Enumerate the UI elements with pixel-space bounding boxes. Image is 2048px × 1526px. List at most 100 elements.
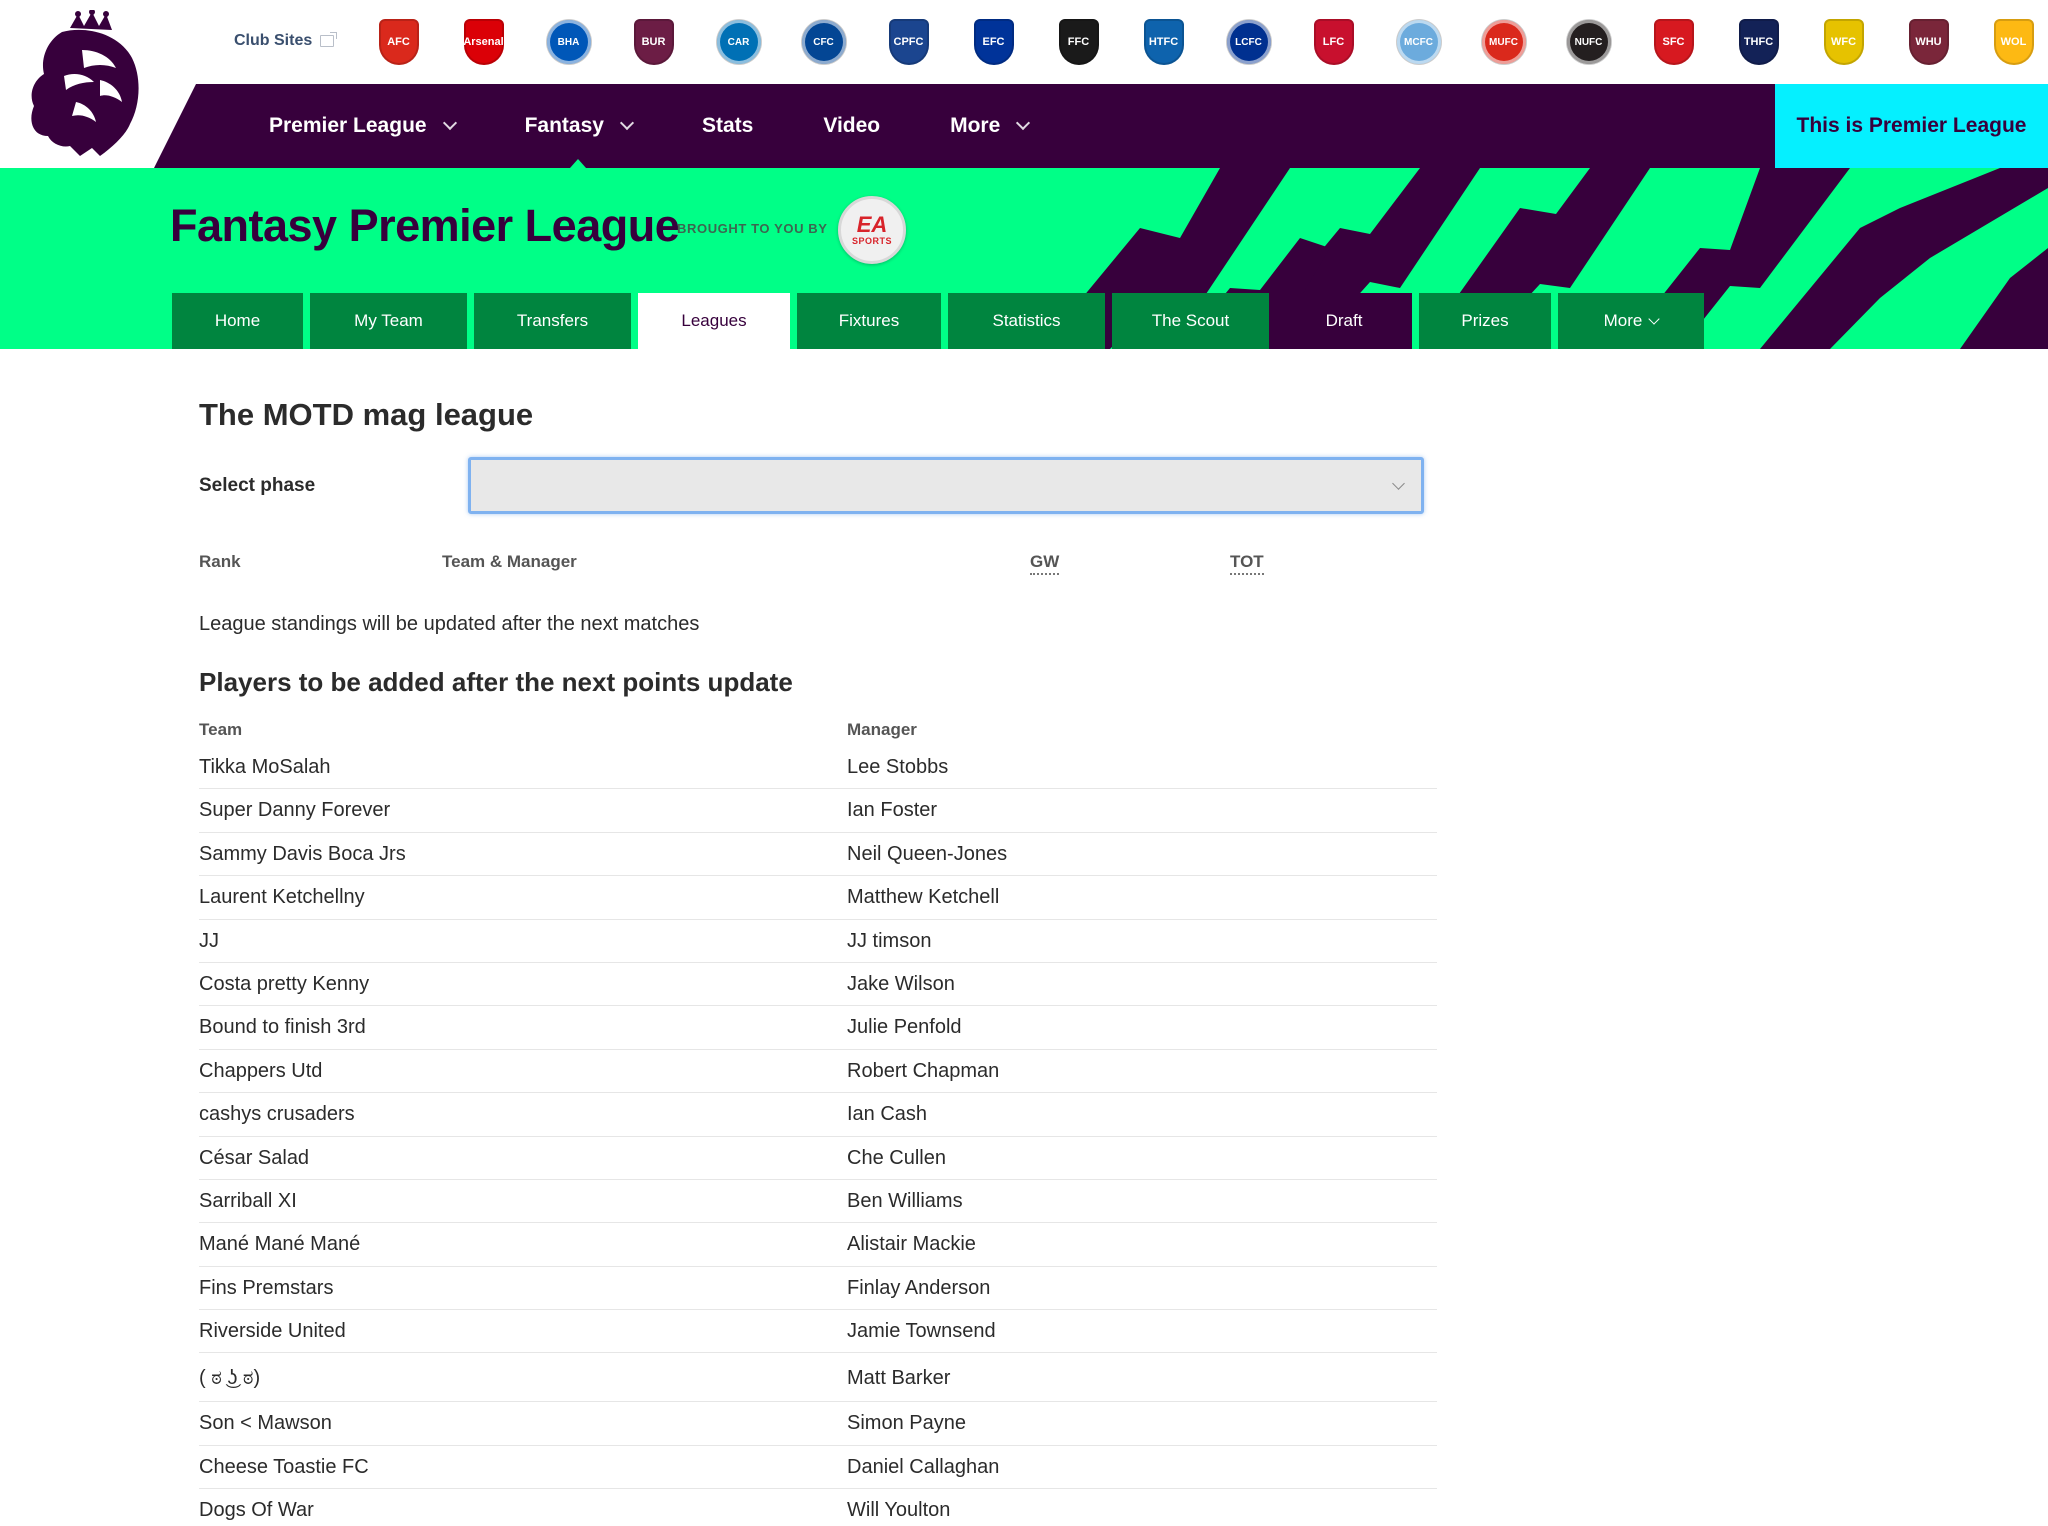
table-row: Cheese Toastie FC Daniel Callaghan [199,1446,1437,1490]
tab-the-scout[interactable]: The Scout [1112,293,1269,349]
club-site-link[interactable]: BUR [611,16,696,68]
watford-crest-icon: WFC [1823,19,1864,65]
ea-logo-text: EA [856,212,888,237]
tab-transfers[interactable]: Transfers [474,293,631,349]
table-row: Costa pretty Kenny Jake Wilson [199,963,1437,1007]
club-site-link[interactable]: WOL [1971,16,2048,68]
tab-fixtures-label: Fixtures [838,311,900,330]
club-site-link[interactable]: LCFC [1206,16,1291,68]
burnley-crest-icon: BUR [633,19,674,65]
main-navigation: Premier League Fantasy Stats Video More … [0,84,2048,168]
tab-more[interactable]: More [1558,293,1704,349]
nav-premier-league-label: Premier League [269,114,427,137]
club-site-link[interactable]: HTFC [1121,16,1206,68]
manager-name: Jake Wilson [847,972,955,995]
tab-the-scout-label: The Scout [1151,311,1230,330]
wolves-crest-icon: WOL [1993,19,2034,65]
table-row: Sarriball XI Ben Williams [199,1180,1437,1224]
club-site-link[interactable]: Arsenal [441,16,526,68]
nav-video[interactable]: Video [823,84,880,168]
club-site-link[interactable]: AFC [356,16,441,68]
crystal-palace-crest-icon: CPFC [888,19,929,65]
huddersfield-crest-icon: HTFC [1143,19,1184,65]
club-site-link[interactable]: WFC [1801,16,1886,68]
club-site-link[interactable]: FFC [1036,16,1121,68]
standings-header-gw[interactable]: GW [1030,552,1060,575]
team-name: Cheese Toastie FC [199,1455,369,1478]
fantasy-tab-bar: Home My Team Transfers Leagues Fixtures … [172,293,1711,349]
brought-to-you-by-label: BROUGHT TO YOU BY [677,221,828,236]
standings-notice: League standings will be updated after t… [199,613,700,635]
nav-premier-league[interactable]: Premier League [269,84,457,168]
tab-statistics[interactable]: Statistics [948,293,1105,349]
club-site-link[interactable]: THFC [1716,16,1801,68]
club-site-link[interactable]: MCFC [1376,16,1461,68]
manager-name: Robert Chapman [847,1059,1000,1082]
table-row: cashys crusaders Ian Cash [199,1093,1437,1137]
club-site-link[interactable]: LFC [1291,16,1376,68]
new-players-header-team: Team [199,720,243,739]
team-name: César Salad [199,1146,310,1169]
cardiff-crest-icon: CAR [716,20,761,64]
newcastle-crest-icon: NUFC [1566,20,1611,64]
tab-my-team[interactable]: My Team [310,293,467,349]
man-utd-crest-icon: MUFC [1481,20,1526,64]
club-site-link[interactable]: CAR [696,16,781,68]
standings-header-rank: Rank [199,552,241,571]
table-row: Son < Mawson Simon Payne [199,1402,1437,1446]
club-site-link[interactable]: CPFC [866,16,951,68]
tab-home-label: Home [214,311,261,330]
tab-prizes-label: Prizes [1461,311,1509,330]
table-row: Mané Mané Mané Alistair Mackie [199,1223,1437,1267]
table-row: JJ JJ timson [199,920,1437,963]
manager-name: Ian Foster [847,799,938,822]
team-name: Costa pretty Kenny [199,972,370,995]
table-row: Dogs Of War Will Youlton [199,1489,1437,1526]
manager-name: Will Youlton [847,1499,951,1522]
premier-league-lion-logo[interactable] [22,10,152,160]
nav-more[interactable]: More [950,84,1031,168]
tab-home[interactable]: Home [172,293,303,349]
team-name: Riverside United [199,1320,346,1343]
table-row: Riverside United Jamie Townsend [199,1310,1437,1354]
tottenham-crest-icon: THFC [1738,19,1779,65]
tab-draft-label: Draft [1325,311,1363,330]
club-site-link[interactable]: CFC [781,16,866,68]
club-site-link[interactable]: MUFC [1461,16,1546,68]
team-name: Dogs Of War [199,1499,314,1522]
nav-fantasy[interactable]: Fantasy [524,84,635,168]
tab-draft[interactable]: Draft [1276,293,1412,349]
team-name: Tikka MoSalah [199,756,331,778]
nav-video-label: Video [823,114,881,137]
fantasy-header: Fantasy Premier League BROUGHT TO YOU BY… [0,168,2048,349]
club-crest-list: AFC Arsenal BHA BUR CAR CFC CPFC EFC FFC HTFC LCFC… [356,16,2048,68]
tab-fixtures[interactable]: Fixtures [797,293,941,349]
this-is-premier-league-link[interactable]: This is Premier League [1775,84,2048,168]
club-site-link[interactable]: EFC [951,16,1036,68]
standings-header-team-manager: Team & Manager [442,552,577,571]
everton-crest-icon: EFC [973,19,1014,65]
tab-leagues[interactable]: Leagues [638,293,790,349]
team-name: JJ [199,929,219,952]
table-row: César Salad Che Cullen [199,1137,1437,1180]
manager-name: Ben Williams [847,1189,963,1212]
team-name: Sarriball XI [199,1189,297,1212]
nav-stats[interactable]: Stats [702,84,753,168]
club-site-link[interactable]: WHU [1886,16,1971,68]
table-row: Laurent Ketchellny Matthew Ketchell [199,876,1437,920]
manager-name: Alistair Mackie [847,1233,976,1256]
club-site-link[interactable]: SFC [1631,16,1716,68]
manager-name: Julie Penfold [847,1016,962,1039]
select-phase-dropdown[interactable] [468,457,1424,514]
club-site-link[interactable]: BHA [526,16,611,68]
club-sites-link[interactable]: Club Sites [234,32,338,50]
tab-prizes[interactable]: Prizes [1419,293,1551,349]
nav-fantasy-label: Fantasy [524,114,604,137]
standings-header-tot[interactable]: TOT [1230,552,1264,575]
manager-name: Che Cullen [847,1146,946,1169]
ea-sports-logo[interactable]: EA SPORTS [838,196,906,264]
new-players-table: Tikka MoSalah Lee Stobbs Super Danny Forev… [199,746,1437,1526]
team-name: Sammy Davis Boca Jrs [199,842,406,865]
club-site-link[interactable]: NUFC [1546,16,1631,68]
manager-name: Neil Queen-Jones [847,842,1008,865]
